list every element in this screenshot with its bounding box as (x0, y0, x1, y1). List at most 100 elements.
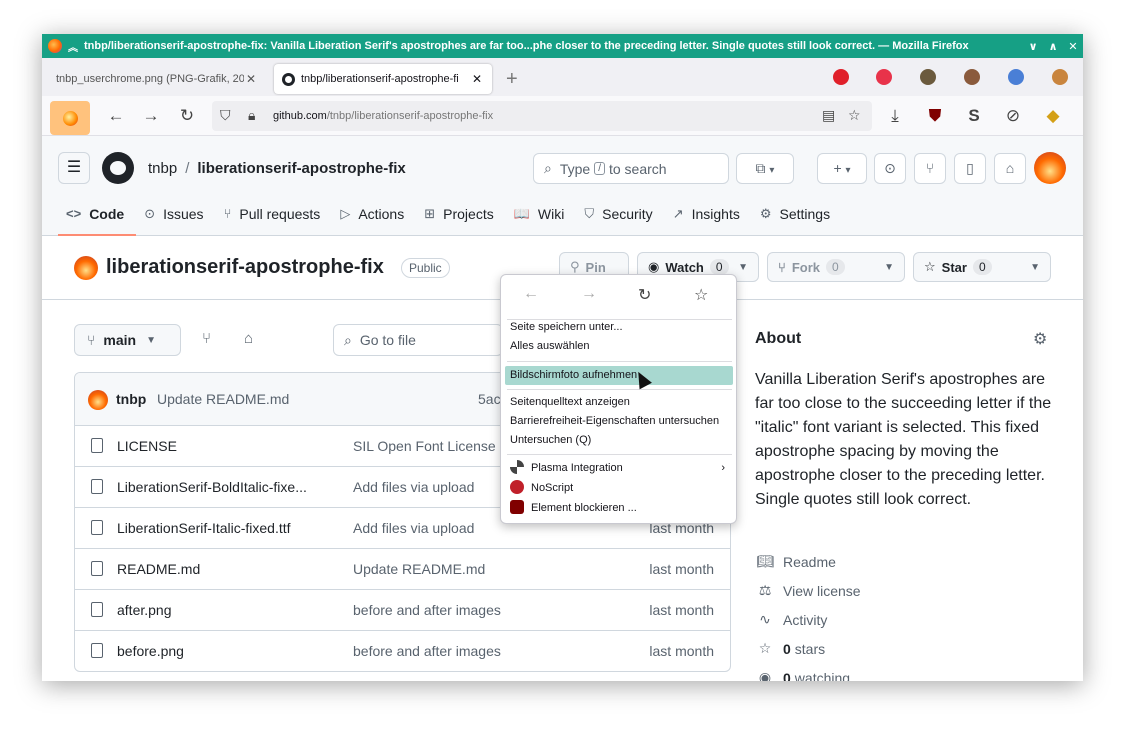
file-name[interactable]: README.md (117, 561, 322, 577)
url-bar[interactable]: ⛉ 🔒︎ github.com/tnbp/liberationserif-apo… (212, 101, 872, 131)
keep-above-icon[interactable]: ︽ (68, 39, 78, 54)
readme-link[interactable]: 📖︎ Readme (755, 553, 836, 570)
menu-item-select-all[interactable]: Alles auswählen (505, 337, 733, 356)
window-title: tnbp/liberationserif-apostrophe-fix: Van… (83, 40, 969, 52)
ublock-icon[interactable]: ⛊ (924, 106, 946, 126)
bookmark-star-icon[interactable]: ☆ (694, 285, 708, 305)
file-name[interactable]: LiberationSerif-BoldItalic-fixe... (117, 479, 322, 495)
avatar (88, 390, 108, 410)
pocket-ext-icon[interactable] (876, 69, 892, 85)
forward-icon[interactable]: → (140, 106, 162, 126)
file-commit-message[interactable]: before and after images (353, 602, 501, 618)
issues-button[interactable]: ⊙ (874, 153, 906, 184)
firefox-view-button[interactable] (50, 101, 90, 135)
tab-security[interactable]: ⛉ Security (576, 200, 664, 236)
menu-item-block-element[interactable]: Element blockieren ... (505, 499, 733, 518)
menu-separator (507, 454, 732, 455)
menu-item-noscript[interactable]: NoScript (505, 479, 733, 498)
tab-issues[interactable]: ⊙ Issues (136, 200, 215, 236)
tab-code[interactable]: <> Code (58, 200, 137, 236)
menu-item-save-page[interactable]: Seite speichern unter... (505, 318, 733, 337)
tab-insights[interactable]: ↗ Insights (665, 200, 752, 236)
close-window-icon[interactable]: ✕ (1063, 40, 1083, 53)
back-icon[interactable]: ← (105, 106, 127, 126)
stars-link[interactable]: ☆ 0 stars (755, 640, 825, 657)
star-button[interactable]: ☆ Star 0 ▼ (913, 252, 1051, 282)
reload-icon[interactable]: ↻ (176, 106, 198, 126)
file-name[interactable]: LiberationSerif-Italic-fixed.ttf (117, 520, 322, 536)
go-to-file-input[interactable]: ⌕ Go to file (333, 324, 503, 356)
menu-item-view-source[interactable]: Seitenquelltext anzeigen (505, 393, 733, 412)
search-icon: ⌕ (344, 331, 352, 348)
eye-icon: ◉ (758, 669, 772, 681)
license-link[interactable]: ⚖ View license (755, 582, 861, 599)
inbox-button[interactable]: ⌂ (994, 153, 1026, 184)
tags-icon[interactable]: ⌂ (244, 330, 253, 347)
activity-link[interactable]: ∿ Activity (755, 611, 827, 628)
lock-icon[interactable]: 🔒︎ (248, 107, 255, 124)
branch-selector[interactable]: ⑂ main ▼ (74, 324, 181, 356)
file-name[interactable]: LICENSE (117, 438, 322, 454)
commit-sha[interactable]: 5ac (478, 391, 501, 407)
search-input[interactable]: ⌕ Type / to search (533, 153, 729, 184)
menu-item-plasma-integration[interactable]: Plasma Integration › (505, 459, 733, 478)
gear-icon[interactable]: ⚙ (1033, 329, 1047, 349)
file-commit-message[interactable]: SIL Open Font License (353, 438, 496, 454)
minimize-icon[interactable]: ∨ (1023, 40, 1043, 53)
file-commit-message[interactable]: before and after images (353, 643, 501, 659)
copilot-button[interactable]: ⧉ ▾ (736, 153, 794, 184)
reader-view-icon[interactable]: ▤ (822, 107, 835, 124)
menu-item-screenshot[interactable]: Bildschirmfoto aufnehmen (505, 366, 733, 385)
fork-button[interactable]: ⑂ Fork 0 ▼ (767, 252, 905, 282)
file-name[interactable]: before.png (117, 643, 322, 659)
pull-requests-button[interactable]: ⑂ (914, 153, 946, 184)
menu-item-accessibility[interactable]: Barrierefreiheit-Eigenschaften untersuch… (505, 412, 733, 431)
commit-message[interactable]: Update README.md (157, 391, 289, 407)
monkey-ext-icon[interactable] (1052, 69, 1068, 85)
user-avatar[interactable] (1034, 152, 1066, 184)
menu-icon[interactable]: ☰ (58, 152, 90, 184)
tab-png[interactable]: tnbp_userchrome.png (PNG-Grafik, 20 ✕ (48, 64, 266, 94)
bookmark-star-icon[interactable]: ☆ (848, 107, 861, 124)
new-tab-icon[interactable]: + (506, 68, 518, 91)
tab-wiki[interactable]: 📖 Wiki (506, 200, 577, 236)
tab-pull-requests[interactable]: ⑂ Pull requests (216, 200, 333, 236)
tab-actions[interactable]: ▷ Actions (332, 200, 416, 236)
youtube-ext-icon[interactable] (833, 69, 849, 85)
repositories-button[interactable]: ▯ (954, 153, 986, 184)
menu-item-inspect[interactable]: Untersuchen (Q) (505, 431, 733, 450)
downloads-icon[interactable]: ⤓ (884, 106, 906, 126)
reload-icon[interactable]: ↻ (638, 285, 651, 305)
branches-icon[interactable]: ⑂ (202, 330, 211, 347)
breadcrumb-separator: / (185, 160, 190, 177)
file-commit-message[interactable]: Add files via upload (353, 520, 474, 536)
tab-github[interactable]: tnbp/liberationserif-apostrophe-fi ✕ (274, 64, 492, 94)
repo-link[interactable]: liberationserif-apostrophe-fix (197, 160, 405, 177)
extension-icon[interactable]: ◆ (1042, 106, 1064, 126)
repo-name[interactable]: liberationserif-apostrophe-fix (106, 256, 384, 279)
extension-icon[interactable] (1008, 69, 1024, 85)
commit-author[interactable]: tnbp (116, 391, 146, 407)
tab-projects[interactable]: ⊞ Projects (416, 200, 505, 236)
blocked-icon[interactable]: ⊘ (1002, 106, 1024, 126)
shield-icon[interactable]: ⛉ (220, 107, 231, 124)
maximize-icon[interactable]: ∧ (1043, 40, 1063, 53)
create-new-button[interactable]: + ▾ (817, 153, 867, 184)
back-icon[interactable]: ← (523, 285, 539, 303)
github-logo-icon[interactable] (102, 152, 134, 184)
cookie-ext-icon[interactable] (964, 69, 980, 85)
extension-icon[interactable] (920, 69, 936, 85)
close-tab-icon[interactable]: ✕ (244, 72, 258, 86)
url-path: /tnbp/liberationserif-apostrophe-fix (326, 110, 494, 122)
file-commit-message[interactable]: Add files via upload (353, 479, 474, 495)
owner-link[interactable]: tnbp (148, 160, 177, 177)
forward-icon[interactable]: → (581, 285, 597, 303)
watching-link[interactable]: ◉ 0 watching (755, 669, 850, 681)
context-menu: ← → ↻ ☆ Seite speichern unter... Alles a… (500, 274, 737, 524)
stylus-icon[interactable]: S (963, 106, 985, 126)
file-name[interactable]: after.png (117, 602, 322, 618)
tab-label: Actions (358, 206, 405, 222)
tab-settings[interactable]: ⚙ Settings (752, 200, 842, 236)
close-tab-icon[interactable]: ✕ (470, 72, 484, 86)
file-commit-message[interactable]: Update README.md (353, 561, 485, 577)
